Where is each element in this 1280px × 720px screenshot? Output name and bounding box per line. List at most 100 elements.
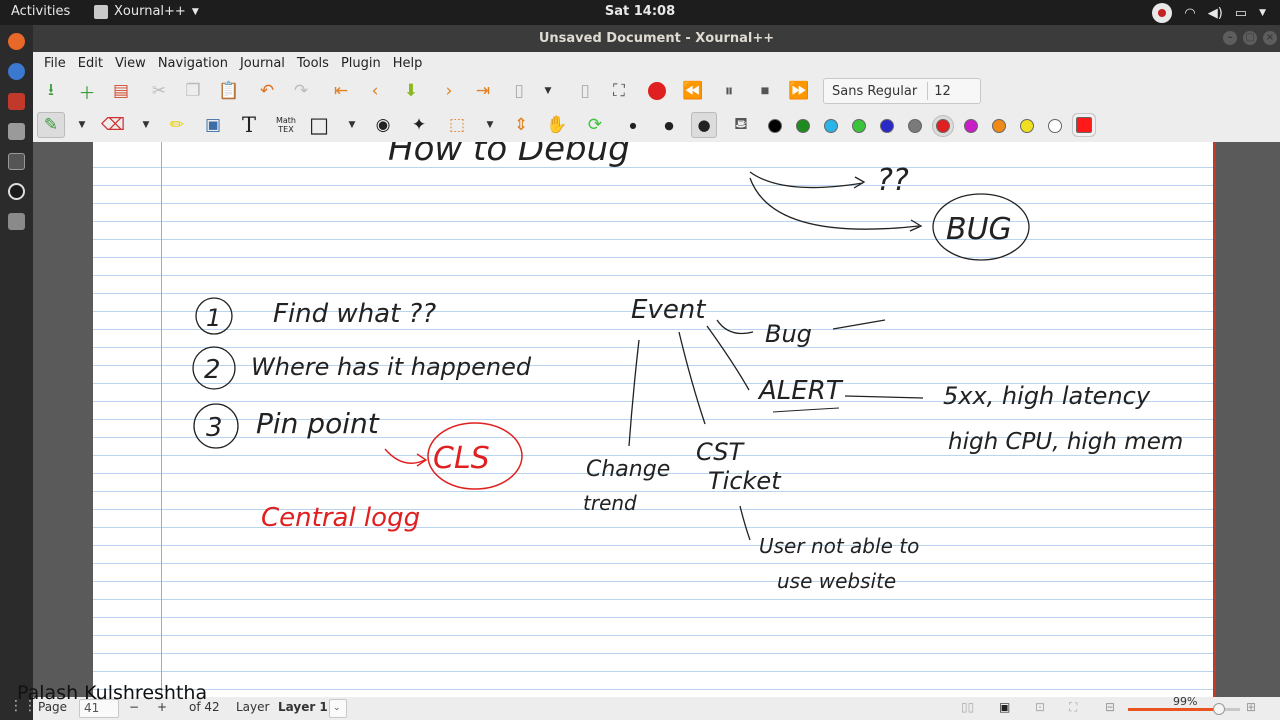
screen-recorder-icon[interactable] [1152, 3, 1173, 23]
maximize-icon[interactable]: □ [1243, 31, 1257, 45]
copy-icon[interactable]: ❐ [181, 78, 205, 104]
select-rectangle-icon[interactable]: ⬚ [445, 112, 469, 138]
color-swatch[interactable] [880, 119, 894, 133]
menu-help[interactable]: Help [387, 56, 429, 71]
cut-icon[interactable]: ✂ [147, 78, 171, 104]
layer-select[interactable]: Layer 1 [278, 700, 328, 714]
text-tool-icon[interactable]: T [237, 112, 261, 138]
layer-dropdown[interactable]: ⌄ [329, 699, 347, 718]
menu-file[interactable]: File [38, 56, 72, 71]
zoom-slider[interactable] [1128, 703, 1240, 715]
new-page-icon[interactable]: ＋ [75, 78, 99, 104]
pause-icon[interactable]: ⏸ [717, 78, 741, 104]
firefox-icon[interactable] [8, 33, 25, 50]
undo-icon[interactable]: ↶ [255, 78, 279, 104]
color-swatch[interactable] [908, 119, 922, 133]
system-tray[interactable]: ◠ ◀) ▭ ▼ [1152, 3, 1266, 23]
software-icon[interactable] [8, 123, 25, 140]
obs-icon[interactable] [8, 183, 25, 200]
save-icon[interactable]: ⭳ [39, 78, 63, 104]
activities-button[interactable]: Activities [11, 4, 70, 19]
goto-page-icon[interactable]: ⬇ [399, 78, 423, 104]
fast-forward-icon[interactable]: ⏩ [787, 78, 811, 104]
image-tool-icon[interactable]: ▣ [201, 112, 225, 138]
zoom-slider-knob[interactable] [1213, 703, 1225, 715]
previous-page-icon[interactable]: ‹ [363, 78, 387, 104]
select-dropdown[interactable]: ▼ [483, 112, 497, 138]
highlighter-tool-icon[interactable]: ✏ [165, 112, 189, 138]
color-swatch[interactable] [768, 119, 782, 133]
color-swatch[interactable] [992, 119, 1006, 133]
page[interactable]: How to Debug ?? BUG 1 Find what ?? 2 Whe… [93, 142, 1216, 697]
shape-dropdown[interactable]: ▼ [345, 112, 359, 138]
app-menu[interactable]: Xournal++ ▼ [94, 4, 199, 19]
menu-edit[interactable]: Edit [72, 56, 109, 71]
color-swatch[interactable] [796, 119, 810, 133]
open-file-icon[interactable]: ▤ [109, 78, 133, 104]
first-page-icon[interactable]: ⇤ [329, 78, 353, 104]
eraser-dropdown[interactable]: ▼ [139, 112, 153, 138]
color-swatch[interactable] [1048, 119, 1062, 133]
line-width-thin-icon[interactable]: ● [623, 112, 643, 138]
delete-page-icon[interactable]: ▯ [573, 78, 597, 104]
system-top-bar: Activities Xournal++ ▼ Sat 14:08 ◠ ◀) ▭ … [0, 0, 1280, 25]
layout-page-icon[interactable]: ▣ [999, 700, 1010, 714]
last-page-icon[interactable]: ⇥ [471, 78, 495, 104]
stop-icon[interactable]: ⏹ [753, 78, 777, 104]
paste-icon[interactable]: 📋 [217, 78, 241, 104]
zoom-in-icon[interactable]: ⊞ [1246, 700, 1256, 714]
line-width-thick-icon[interactable]: ● [691, 112, 717, 138]
line-width-medium-icon[interactable]: ● [659, 112, 679, 138]
xournal-dock-icon[interactable] [8, 213, 25, 230]
note-bug-circled: BUG [946, 212, 1012, 247]
color-swatch[interactable] [1020, 119, 1034, 133]
layout-single-icon[interactable]: ▯▯ [961, 700, 974, 714]
rewind-icon[interactable]: ⏪ [681, 78, 705, 104]
shape-rectangle-icon[interactable]: □ [307, 112, 331, 138]
menu-tools[interactable]: Tools [291, 56, 335, 71]
color-swatch[interactable] [852, 119, 866, 133]
mail-icon[interactable] [8, 63, 25, 80]
pen-tool-icon[interactable]: ✎ [37, 112, 65, 138]
note-user-line-2: use website [777, 569, 896, 593]
vertical-space-icon[interactable]: ⇕ [509, 112, 533, 138]
zoom-fit-icon[interactable]: ⊡ [1035, 700, 1045, 714]
record-icon[interactable] [645, 78, 669, 104]
zoom-fullscreen-icon[interactable]: ⛶ [1069, 700, 1077, 715]
color-swatch[interactable] [936, 119, 950, 133]
chevron-down-icon: ▼ [191, 6, 199, 17]
handwritten-ink-layer: How to Debug ?? BUG 1 Find what ?? 2 Whe… [192, 142, 1183, 593]
close-icon[interactable]: × [1263, 31, 1277, 45]
window-titlebar[interactable]: Unsaved Document - Xournal++ – □ × [33, 25, 1280, 52]
insert-page-dropdown[interactable]: ▼ [541, 78, 555, 104]
shape-recognizer-icon[interactable]: ◉ [371, 112, 395, 138]
color-swatch[interactable] [1073, 114, 1095, 136]
terminal-icon[interactable] [8, 153, 25, 170]
menu-journal[interactable]: Journal [234, 56, 291, 71]
alert-line [844, 395, 924, 399]
menu-navigation[interactable]: Navigation [152, 56, 234, 71]
eraser-tool-icon[interactable]: ⌫ [101, 112, 125, 138]
math-tex-icon[interactable]: Math TEX [273, 112, 299, 138]
document-canvas[interactable]: How to Debug ?? BUG 1 Find what ?? 2 Whe… [33, 142, 1280, 697]
font-selector-button[interactable]: Sans Regular 12 [823, 78, 981, 104]
redo-icon[interactable]: ↷ [289, 78, 313, 104]
menu-view[interactable]: View [109, 56, 152, 71]
fullscreen-icon[interactable]: ⛶ [607, 78, 631, 104]
bug-dash [832, 319, 886, 330]
fill-icon[interactable]: ⛾ [729, 112, 753, 138]
refresh-icon[interactable]: ⟳ [583, 112, 607, 138]
insert-page-icon[interactable]: ▯ [507, 78, 531, 104]
zoom-out-icon[interactable]: ⊟ [1105, 700, 1115, 714]
magic-wand-icon[interactable]: ✦ [407, 112, 431, 138]
pen-dropdown[interactable]: ▼ [75, 112, 89, 138]
menu-plugin[interactable]: Plugin [335, 56, 387, 71]
minimize-icon[interactable]: – [1223, 31, 1237, 45]
arrow-event-alert [706, 325, 750, 391]
hand-tool-icon[interactable]: ✋ [545, 112, 569, 138]
files-icon[interactable] [8, 93, 25, 110]
color-swatch[interactable] [824, 119, 838, 133]
note-cst: CST [696, 438, 745, 466]
color-swatch[interactable] [964, 119, 978, 133]
next-page-icon[interactable]: › [437, 78, 461, 104]
